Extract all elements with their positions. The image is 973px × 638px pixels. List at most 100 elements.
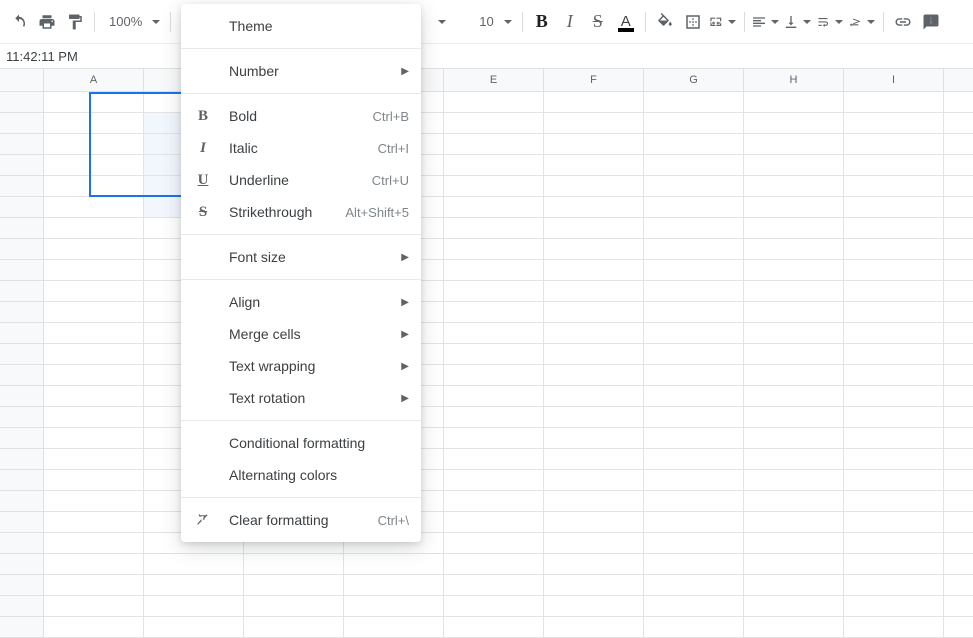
cell[interactable] bbox=[644, 617, 744, 638]
cell[interactable] bbox=[744, 176, 844, 197]
text-wrap-button[interactable] bbox=[815, 9, 845, 35]
row-header[interactable] bbox=[0, 92, 44, 113]
cell[interactable] bbox=[544, 197, 644, 218]
print-button[interactable] bbox=[34, 9, 60, 35]
cell[interactable] bbox=[144, 575, 244, 596]
borders-button[interactable] bbox=[680, 9, 706, 35]
cell[interactable] bbox=[744, 533, 844, 554]
cell[interactable] bbox=[544, 407, 644, 428]
cell[interactable] bbox=[44, 302, 144, 323]
unknown-dropdown[interactable] bbox=[429, 9, 455, 35]
cell[interactable] bbox=[844, 554, 944, 575]
cell[interactable] bbox=[644, 365, 744, 386]
row-header[interactable] bbox=[0, 386, 44, 407]
cell[interactable] bbox=[44, 113, 144, 134]
menu-merge-cells[interactable]: Merge cells ▶ bbox=[181, 318, 421, 350]
cell[interactable] bbox=[644, 113, 744, 134]
cell[interactable] bbox=[644, 92, 744, 113]
cell[interactable] bbox=[444, 113, 544, 134]
cell[interactable] bbox=[444, 197, 544, 218]
cell[interactable] bbox=[944, 344, 973, 365]
cell[interactable] bbox=[444, 575, 544, 596]
cell[interactable] bbox=[544, 512, 644, 533]
cell[interactable] bbox=[444, 512, 544, 533]
cell[interactable] bbox=[644, 575, 744, 596]
cell[interactable] bbox=[544, 92, 644, 113]
row-header[interactable] bbox=[0, 197, 44, 218]
cell[interactable] bbox=[944, 596, 973, 617]
cell[interactable] bbox=[444, 365, 544, 386]
h-align-button[interactable] bbox=[751, 9, 781, 35]
cell[interactable] bbox=[444, 281, 544, 302]
cell[interactable] bbox=[744, 575, 844, 596]
cell[interactable] bbox=[144, 617, 244, 638]
cell[interactable] bbox=[944, 323, 973, 344]
cell[interactable] bbox=[444, 449, 544, 470]
cell[interactable] bbox=[644, 218, 744, 239]
cell[interactable] bbox=[744, 113, 844, 134]
menu-theme[interactable]: Theme bbox=[181, 10, 421, 42]
cell[interactable] bbox=[44, 92, 144, 113]
cell[interactable] bbox=[444, 470, 544, 491]
cell[interactable] bbox=[644, 260, 744, 281]
cell[interactable] bbox=[44, 344, 144, 365]
cell[interactable] bbox=[844, 155, 944, 176]
cell[interactable] bbox=[744, 260, 844, 281]
row-header[interactable] bbox=[0, 218, 44, 239]
cell[interactable] bbox=[44, 386, 144, 407]
cell[interactable] bbox=[644, 428, 744, 449]
row-header[interactable] bbox=[0, 470, 44, 491]
cell[interactable] bbox=[44, 218, 144, 239]
cell[interactable] bbox=[644, 554, 744, 575]
cell[interactable] bbox=[544, 470, 644, 491]
cell[interactable] bbox=[644, 512, 744, 533]
cell[interactable] bbox=[844, 113, 944, 134]
cell[interactable] bbox=[944, 365, 973, 386]
cell[interactable] bbox=[444, 344, 544, 365]
cell[interactable] bbox=[44, 428, 144, 449]
cell[interactable] bbox=[644, 323, 744, 344]
cell[interactable] bbox=[844, 344, 944, 365]
col-header[interactable]: E bbox=[444, 69, 544, 91]
italic-button[interactable]: I bbox=[557, 9, 583, 35]
cell[interactable] bbox=[244, 575, 344, 596]
cell[interactable] bbox=[544, 176, 644, 197]
row-header[interactable] bbox=[0, 512, 44, 533]
cell[interactable] bbox=[844, 449, 944, 470]
cell[interactable] bbox=[544, 134, 644, 155]
cell[interactable] bbox=[344, 554, 444, 575]
cell[interactable] bbox=[644, 344, 744, 365]
cell[interactable] bbox=[544, 365, 644, 386]
menu-font-size[interactable]: Font size ▶ bbox=[181, 241, 421, 273]
cell[interactable] bbox=[544, 113, 644, 134]
row-header[interactable] bbox=[0, 596, 44, 617]
cell[interactable] bbox=[944, 134, 973, 155]
cell[interactable] bbox=[244, 554, 344, 575]
cell[interactable] bbox=[644, 302, 744, 323]
cell[interactable] bbox=[644, 281, 744, 302]
cell[interactable] bbox=[44, 155, 144, 176]
cell[interactable] bbox=[44, 470, 144, 491]
cell[interactable] bbox=[544, 554, 644, 575]
cell[interactable] bbox=[444, 617, 544, 638]
cell[interactable] bbox=[844, 428, 944, 449]
cell[interactable] bbox=[644, 407, 744, 428]
cell[interactable] bbox=[544, 260, 644, 281]
cell[interactable] bbox=[944, 617, 973, 638]
cell[interactable] bbox=[44, 407, 144, 428]
cell[interactable] bbox=[944, 470, 973, 491]
menu-underline[interactable]: U Underline Ctrl+U bbox=[181, 164, 421, 196]
cell[interactable] bbox=[744, 386, 844, 407]
cell[interactable] bbox=[844, 92, 944, 113]
row-header[interactable] bbox=[0, 113, 44, 134]
cell[interactable] bbox=[744, 323, 844, 344]
cell[interactable] bbox=[844, 260, 944, 281]
cell[interactable] bbox=[844, 407, 944, 428]
cell[interactable] bbox=[444, 239, 544, 260]
select-all-corner[interactable] bbox=[0, 69, 44, 91]
cell[interactable] bbox=[444, 155, 544, 176]
cell[interactable] bbox=[844, 575, 944, 596]
cell[interactable] bbox=[444, 260, 544, 281]
menu-strikethrough[interactable]: S Strikethrough Alt+Shift+5 bbox=[181, 196, 421, 228]
text-rotation-button[interactable] bbox=[847, 9, 877, 35]
